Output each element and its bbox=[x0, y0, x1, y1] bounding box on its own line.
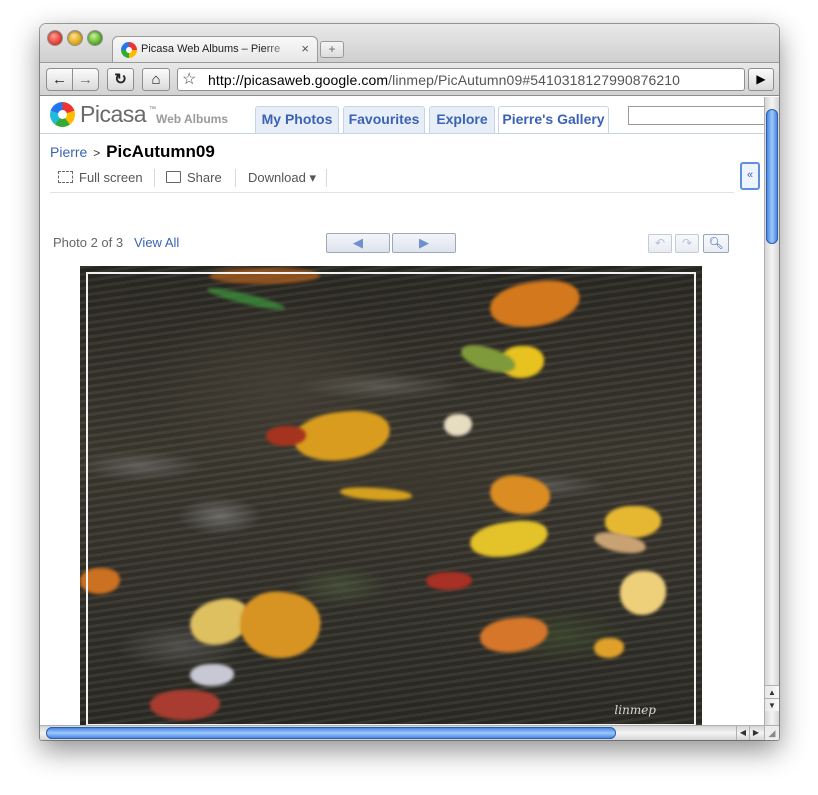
tab-explore[interactable]: Explore bbox=[429, 106, 495, 133]
new-tab-button[interactable]: + bbox=[320, 41, 344, 58]
breadcrumb: Pierre > PicAutumn09 bbox=[50, 142, 215, 162]
picasa-wheel-icon bbox=[50, 102, 75, 127]
envelope-icon bbox=[166, 171, 181, 183]
album-title: PicAutumn09 bbox=[106, 142, 215, 161]
arrow-right-icon: ▶ bbox=[419, 235, 429, 250]
arrow-right-icon: → bbox=[78, 71, 93, 88]
browser-window: Picasa Web Albums – Pierre × + ← → ↻ ⌂ ☆… bbox=[40, 24, 779, 740]
breadcrumb-separator: > bbox=[93, 146, 101, 160]
tab-pierres-gallery[interactable]: Pierre's Gallery bbox=[498, 106, 609, 134]
url-path: /linmep/PicAutumn09#5410318127990876210 bbox=[388, 72, 681, 88]
resize-grip-icon[interactable]: ◢ bbox=[764, 725, 779, 740]
address-bar[interactable]: ☆ http://picasaweb.google.com/linmep/Pic… bbox=[177, 68, 745, 91]
photo-action-bar: Full screen Share Download ▾ bbox=[50, 167, 734, 193]
scroll-left-arrow[interactable]: ◀ bbox=[736, 726, 749, 740]
forward-button[interactable]: → bbox=[72, 68, 99, 91]
home-icon: ⌂ bbox=[151, 71, 161, 88]
zoom-in-icon: 🔍︎ bbox=[708, 236, 724, 250]
tab-close-icon[interactable]: × bbox=[301, 41, 309, 56]
arrow-left-icon: ◀ bbox=[353, 235, 363, 250]
divider bbox=[326, 169, 327, 187]
home-button[interactable]: ⌂ bbox=[142, 68, 170, 91]
share-label: Share bbox=[187, 170, 222, 185]
rotate-left-icon: ↶ bbox=[654, 236, 666, 250]
photo-frame bbox=[86, 272, 696, 725]
rotate-right-icon: ↷ bbox=[681, 236, 693, 250]
horizontal-scrollbar[interactable]: ◀ ▶ bbox=[40, 725, 764, 740]
picasa-favicon-icon bbox=[121, 42, 137, 58]
breadcrumb-owner-link[interactable]: Pierre bbox=[50, 144, 87, 160]
browser-toolbar: ← → ↻ ⌂ ☆ http://picasaweb.google.com/li… bbox=[40, 62, 779, 96]
share-button[interactable]: Share bbox=[166, 170, 222, 185]
divider bbox=[235, 169, 236, 187]
download-dropdown[interactable]: Download ▾ bbox=[248, 170, 316, 186]
view-all-link[interactable]: View All bbox=[134, 235, 179, 250]
photo-count: Photo 2 of 3 bbox=[53, 235, 124, 250]
collapse-sidebar-button[interactable]: « bbox=[740, 162, 760, 190]
full-screen-button[interactable]: Full screen bbox=[58, 170, 143, 185]
back-button[interactable]: ← bbox=[46, 68, 73, 91]
scroll-right-arrow[interactable]: ▶ bbox=[749, 726, 762, 740]
tab-favourites[interactable]: Favourites bbox=[343, 106, 425, 133]
rotate-left-button[interactable]: ↶ bbox=[648, 234, 672, 253]
tab-my-photos[interactable]: My Photos bbox=[255, 106, 339, 133]
full-screen-label: Full screen bbox=[79, 170, 143, 185]
reload-icon: ↻ bbox=[114, 71, 127, 88]
go-button[interactable]: ▶ bbox=[748, 68, 774, 91]
tab-title: Picasa Web Albums – Pierre bbox=[141, 43, 281, 55]
close-window-button[interactable] bbox=[48, 31, 62, 45]
zoom-button[interactable]: 🔍︎ bbox=[703, 234, 729, 253]
main-photo[interactable]: linmep bbox=[80, 266, 702, 725]
horizontal-scroll-thumb[interactable] bbox=[46, 727, 616, 739]
bookmark-star-icon[interactable]: ☆ bbox=[182, 69, 196, 90]
vertical-scroll-thumb[interactable] bbox=[766, 109, 778, 244]
page-content: Picasa ™ Web Albums My Photos Favourites… bbox=[40, 97, 764, 725]
play-icon: ▶ bbox=[756, 72, 766, 86]
zoom-window-button[interactable] bbox=[88, 31, 102, 45]
arrow-left-icon: ← bbox=[52, 71, 67, 88]
scroll-down-arrow[interactable]: ▼ bbox=[765, 698, 779, 711]
rotate-right-button[interactable]: ↷ bbox=[675, 234, 699, 253]
url-host: http://picasaweb.google.com bbox=[208, 72, 389, 88]
download-label: Download bbox=[248, 170, 306, 185]
minimize-window-button[interactable] bbox=[68, 31, 82, 45]
next-photo-button[interactable]: ▶ bbox=[392, 233, 456, 253]
title-bar: Picasa Web Albums – Pierre × + bbox=[40, 24, 779, 62]
previous-photo-button[interactable]: ◀ bbox=[326, 233, 390, 253]
url-text[interactable]: http://picasaweb.google.com/linmep/PicAu… bbox=[208, 72, 680, 88]
full-screen-icon bbox=[58, 171, 73, 183]
reload-button[interactable]: ↻ bbox=[107, 68, 134, 91]
search-input[interactable] bbox=[628, 106, 764, 125]
photo-watermark: linmep bbox=[614, 703, 656, 717]
brand-name: Picasa bbox=[80, 101, 147, 127]
scroll-up-arrow[interactable]: ▲ bbox=[765, 685, 779, 698]
divider bbox=[154, 169, 155, 187]
tab-underline bbox=[40, 133, 764, 134]
vertical-scrollbar[interactable]: ▲ ▼ bbox=[764, 97, 779, 725]
browser-tab[interactable]: Picasa Web Albums – Pierre × bbox=[112, 36, 318, 62]
chevron-down-icon: ▾ bbox=[309, 170, 316, 185]
trademark: ™ bbox=[149, 106, 156, 113]
brand-subtitle: Web Albums bbox=[156, 112, 229, 126]
